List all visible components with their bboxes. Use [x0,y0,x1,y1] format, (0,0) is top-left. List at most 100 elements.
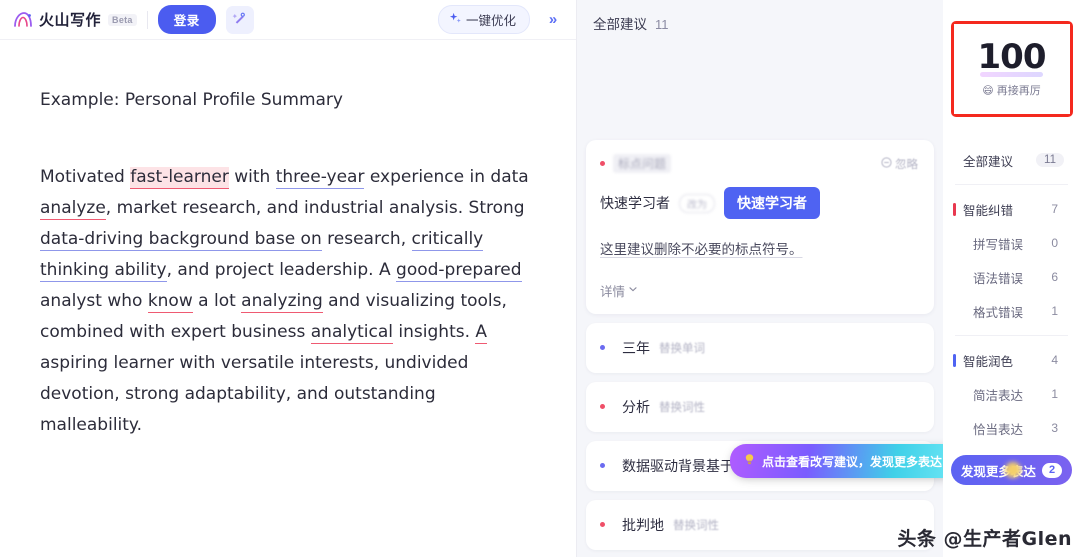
suggestions-list: 标点问题 忽略 快速学习者 改为 快速学习者 这里建议删除不必要的标点符号。 详… [577,140,943,550]
original-word: 快速学习者 [600,195,670,211]
suggestion-card-active[interactable]: 标点问题 忽略 快速学习者 改为 快速学习者 这里建议删除不必要的标点符号。 详… [586,140,934,314]
category-count: 4 [1051,353,1058,367]
light-bulb-icon [743,453,756,469]
marked-text-error[interactable]: analyze [40,197,106,220]
one-click-optimize-button[interactable]: 一键优化 [437,5,530,34]
suggestions-header-count: 11 [655,17,669,32]
suggestion-action: 替换单词 [659,342,705,355]
severity-dot-icon [600,161,605,166]
suggestion-row[interactable]: 分析 替换词性 [586,381,934,432]
category-item-all[interactable]: 全部建议 11 [943,143,1080,177]
category-label: 格式错误 [973,305,1024,320]
category-count: 6 [1051,270,1058,284]
optimize-label: 一键优化 [465,14,516,28]
text-run: Motivated [40,166,131,187]
marked-text-error[interactable]: know [147,290,193,313]
severity-dot-icon [600,404,605,410]
category-item-sub[interactable]: 简洁表达 1 [943,377,1080,411]
suggestion-row[interactable]: 三年 替换单词 [586,322,934,373]
category-accent-bar [953,154,956,167]
category-accent-bar [953,202,956,216]
category-count: 0 [1051,236,1058,250]
editor-toolbar: 火山写作 Beta 登录 一键优化 » [0,0,576,40]
logo-text: 火山写作 [39,12,102,29]
replace-arrow-chip: 改为 [679,193,715,213]
rewrite-hint-tooltip: 点击查看改写建议，发现更多表达 [730,444,943,478]
chevron-down-icon [628,283,638,297]
text-run: research, [321,228,412,249]
document-body[interactable]: Example: Personal Profile Summary Motiva… [0,40,576,441]
marked-text-error-highlight[interactable]: fast-learner [130,166,229,189]
suggestion-action: 替换词性 [673,519,719,532]
category-count: 1 [1051,387,1058,401]
category-item-group[interactable]: 智能润色 4 [943,343,1080,377]
watermark: 头条 @生产者Glen [897,528,1072,550]
suggestions-pane: 全部建议 11 标点问题 忽略 快速学习者 改为 快速学习者 这里建议删除不必要… [577,0,943,557]
text-run: insights. [393,321,476,342]
text-run: experience in data [364,166,529,187]
suggestion-word: 三年 [622,339,650,356]
marked-text-error[interactable]: analytical [310,321,394,344]
apply-replacement-button[interactable]: 快速学习者 [724,187,820,219]
suggestion-details-toggle[interactable]: 详情 [600,281,918,300]
category-label: 语法错误 [973,271,1024,286]
magic-wand-icon [232,11,247,29]
text-run: a lot [192,290,242,311]
category-count: 11 [1036,153,1064,167]
smile-emoji-icon: 😄 [982,84,994,97]
severity-dot-icon [600,463,605,469]
category-label: 恰当表达 [973,422,1024,437]
login-button[interactable]: 登录 [157,5,216,34]
category-item-group[interactable]: 智能纠错 7 [943,192,1080,226]
ignore-button[interactable]: 忽略 [881,156,918,172]
suggestion-card-header: 标点问题 忽略 [600,154,918,173]
category-label: 简洁表达 [973,388,1024,403]
category-label: 拼写错误 [973,237,1024,252]
score-pane: 100 😄 再接再厉 全部建议 11 智能纠错 7 拼写错误 0 语法错误 6 格式错误 1 智… [943,0,1080,557]
details-label: 详情 [600,284,626,299]
category-item-sub[interactable]: 格式错误 1 [943,294,1080,328]
category-groups-container: 智能纠错 7 拼写错误 0 语法错误 6 格式错误 1 智能润色 4 简洁表达 1 恰当表达 3 [943,192,1080,445]
suggestion-description: 这里建议删除不必要的标点符号。 [600,242,803,257]
discover-more-label: 发现更多表达 [960,464,1036,479]
app-logo[interactable]: 火山写作 Beta [12,9,137,31]
category-item-sub[interactable]: 恰当表达 3 [943,411,1080,445]
category-divider [955,335,1068,336]
severity-dot-icon [600,522,605,528]
suggestion-action: 替换词性 [659,401,705,414]
suggestion-word: 批判地 [622,516,664,533]
suggestion-replacement-row: 快速学习者 改为 快速学习者 [600,187,918,219]
suggestion-row[interactable]: 批判地 替换词性 [586,499,934,550]
editor-pane: 火山写作 Beta 登录 一键优化 » Example: Personal Pr… [0,0,577,557]
magic-wand-button[interactable] [225,5,254,34]
discover-more-badge: 2 [1041,462,1063,478]
beta-badge: Beta [108,13,137,26]
marked-text-error[interactable]: A [475,321,488,344]
marked-text-error[interactable]: analyzing [241,290,323,313]
text-run: , market research, and industrial analys… [105,197,525,218]
tooltip-text: 点击查看改写建议，发现更多表达 [762,454,943,469]
suggestion-word: 数据驱动背景基于 [622,457,734,474]
ignore-label: 忽略 [895,158,918,171]
category-list: 全部建议 11 智能纠错 7 拼写错误 0 语法错误 6 格式错误 1 智能润色 4 简洁表达 1 恰当… [943,143,1080,445]
category-item-sub[interactable]: 拼写错误 0 [943,226,1080,260]
category-item-sub[interactable]: 语法错误 6 [943,260,1080,294]
document-paragraph: Motivated fast-learner with three-year e… [40,162,536,441]
category-label: 全部建议 [963,154,1014,169]
score-value: 100 [977,36,1046,78]
discover-more-button[interactable]: 发现更多表达 2 [951,455,1072,485]
text-run: with [228,166,276,187]
highlight-blur-dot-icon [1005,462,1021,478]
category-label: 智能润色 [963,354,1014,369]
severity-dot-icon [600,345,605,351]
document-title: Example: Personal Profile Summary [40,90,343,110]
toolbar-divider [146,10,148,29]
marked-text-polish[interactable]: three-year [275,166,365,189]
collapse-panel-button[interactable]: » [540,7,566,33]
category-count: 3 [1051,421,1058,435]
marked-text-polish[interactable]: data-driving background base on [40,228,322,251]
suggestions-header-label: 全部建议 [593,17,647,32]
suggestion-word: 分析 [622,398,650,415]
marked-text-polish[interactable]: good-prepared [396,259,522,282]
score-card[interactable]: 100 😄 再接再厉 [953,24,1070,114]
